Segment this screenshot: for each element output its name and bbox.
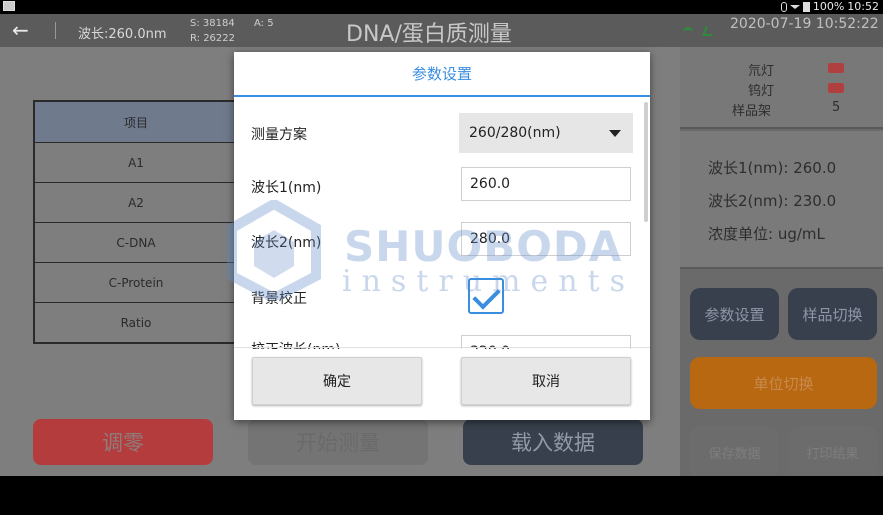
tungsten-lamp-indicator-icon <box>828 83 844 93</box>
sample-holder-label: 样品架 <box>732 104 772 119</box>
results-table: 项目 A1 A2 C-DNA C-Protein Ratio <box>33 100 239 344</box>
sample-holder-value: 5 <box>832 100 841 115</box>
wavelength1-label: 波长1(nm) <box>251 180 322 196</box>
dialog-title: 参数设置 <box>234 52 650 97</box>
params-settings-button[interactable]: 参数设置 <box>690 288 779 340</box>
table-row-c-dna: C-DNA <box>35 222 237 262</box>
header-bar: ← 波长:260.0nm S: 38184 R: 26222 A: 5 DNA/… <box>0 14 883 47</box>
right-panel: 氘灯 钨灯 样品架 5 波长1(nm): 260.0 波长2(nm): 230.… <box>680 47 883 478</box>
info-wavelength1: 波长1(nm): 260.0 <box>708 159 837 177</box>
unit-switch-button[interactable]: 单位切换 <box>690 357 877 409</box>
status-icons: 100% 10:52 <box>780 0 879 13</box>
wavelength2-input[interactable] <box>461 222 631 256</box>
status-bar: 100% 10:52 <box>0 0 883 14</box>
background-correction-checkbox[interactable] <box>468 278 504 314</box>
wavelength1-input[interactable] <box>461 167 631 201</box>
scheme-select[interactable]: 260/280(nm) <box>459 113 633 153</box>
table-row-ratio: Ratio <box>35 302 237 342</box>
print-result-button[interactable]: 打印结果 <box>788 426 877 478</box>
sample-holder-row: 样品架 5 <box>680 100 883 119</box>
measurement-info-box: 波长1(nm): 260.0 波长2(nm): 230.0 浓度单位: ug/m… <box>680 131 883 269</box>
params-dialog: 参数设置 测量方案 260/280(nm) 波长1(nm) 波长2(nm) 背景… <box>234 52 650 420</box>
back-arrow-icon[interactable]: ← <box>12 19 38 41</box>
battery-icon <box>802 1 810 12</box>
zero-button[interactable]: 调零 <box>33 419 213 465</box>
connection-signal-icon <box>702 26 716 36</box>
screen: 100% 10:52 ← 波长:260.0nm S: 38184 R: 2622… <box>0 0 883 515</box>
datetime: 2020-07-19 10:52:22 <box>730 16 879 32</box>
bottom-bezel <box>0 476 883 515</box>
wavelength2-label: 波长2(nm) <box>251 235 322 251</box>
a-reading: A: 5 <box>254 18 274 29</box>
deuterium-lamp-indicator-icon <box>828 63 844 73</box>
ok-button[interactable]: 确定 <box>252 357 422 405</box>
deuterium-lamp-label: 氘灯 <box>748 64 775 79</box>
info-wavelength2: 波长2(nm): 230.0 <box>708 192 837 210</box>
table-row-c-protein: C-Protein <box>35 262 237 302</box>
r-reading: R: 26222 <box>190 33 235 44</box>
table-row-a2: A2 <box>35 182 237 222</box>
image-notification-icon <box>3 1 15 11</box>
table-header-cell: 项目 <box>35 102 237 142</box>
scheme-label: 测量方案 <box>251 127 307 143</box>
battery-percent: 100% <box>812 0 845 13</box>
wifi-icon <box>789 4 800 9</box>
load-data-button[interactable]: 载入数据 <box>463 419 643 465</box>
header-divider <box>55 22 56 39</box>
dialog-scrollbar[interactable] <box>644 102 648 222</box>
network-wifi-icon <box>683 27 693 35</box>
scheme-value: 260/280(nm) <box>469 125 561 141</box>
cancel-button[interactable]: 取消 <box>461 357 631 405</box>
s-reading: S: 38184 <box>190 18 235 29</box>
current-wavelength: 波长:260.0nm <box>78 27 167 42</box>
dialog-divider <box>234 347 650 348</box>
lamp-status-box: 氘灯 钨灯 样品架 5 <box>680 47 883 129</box>
info-conc-unit: 浓度单位: ug/mL <box>708 225 825 243</box>
dropdown-arrow-icon <box>609 130 621 137</box>
tungsten-lamp-label: 钨灯 <box>748 84 775 99</box>
table-row-a1: A1 <box>35 142 237 182</box>
sample-switch-button[interactable]: 样品切换 <box>788 288 877 340</box>
bluetooth-icon <box>780 1 787 12</box>
page-title: DNA/蛋白质测量 <box>346 22 512 47</box>
deuterium-lamp-row: 氘灯 <box>680 60 883 79</box>
save-data-button[interactable]: 保存数据 <box>690 426 779 478</box>
start-measure-button[interactable]: 开始测量 <box>248 419 428 465</box>
tungsten-lamp-row: 钨灯 <box>680 80 883 99</box>
background-correction-label: 背景校正 <box>251 291 307 307</box>
clock: 10:52 <box>847 0 879 13</box>
